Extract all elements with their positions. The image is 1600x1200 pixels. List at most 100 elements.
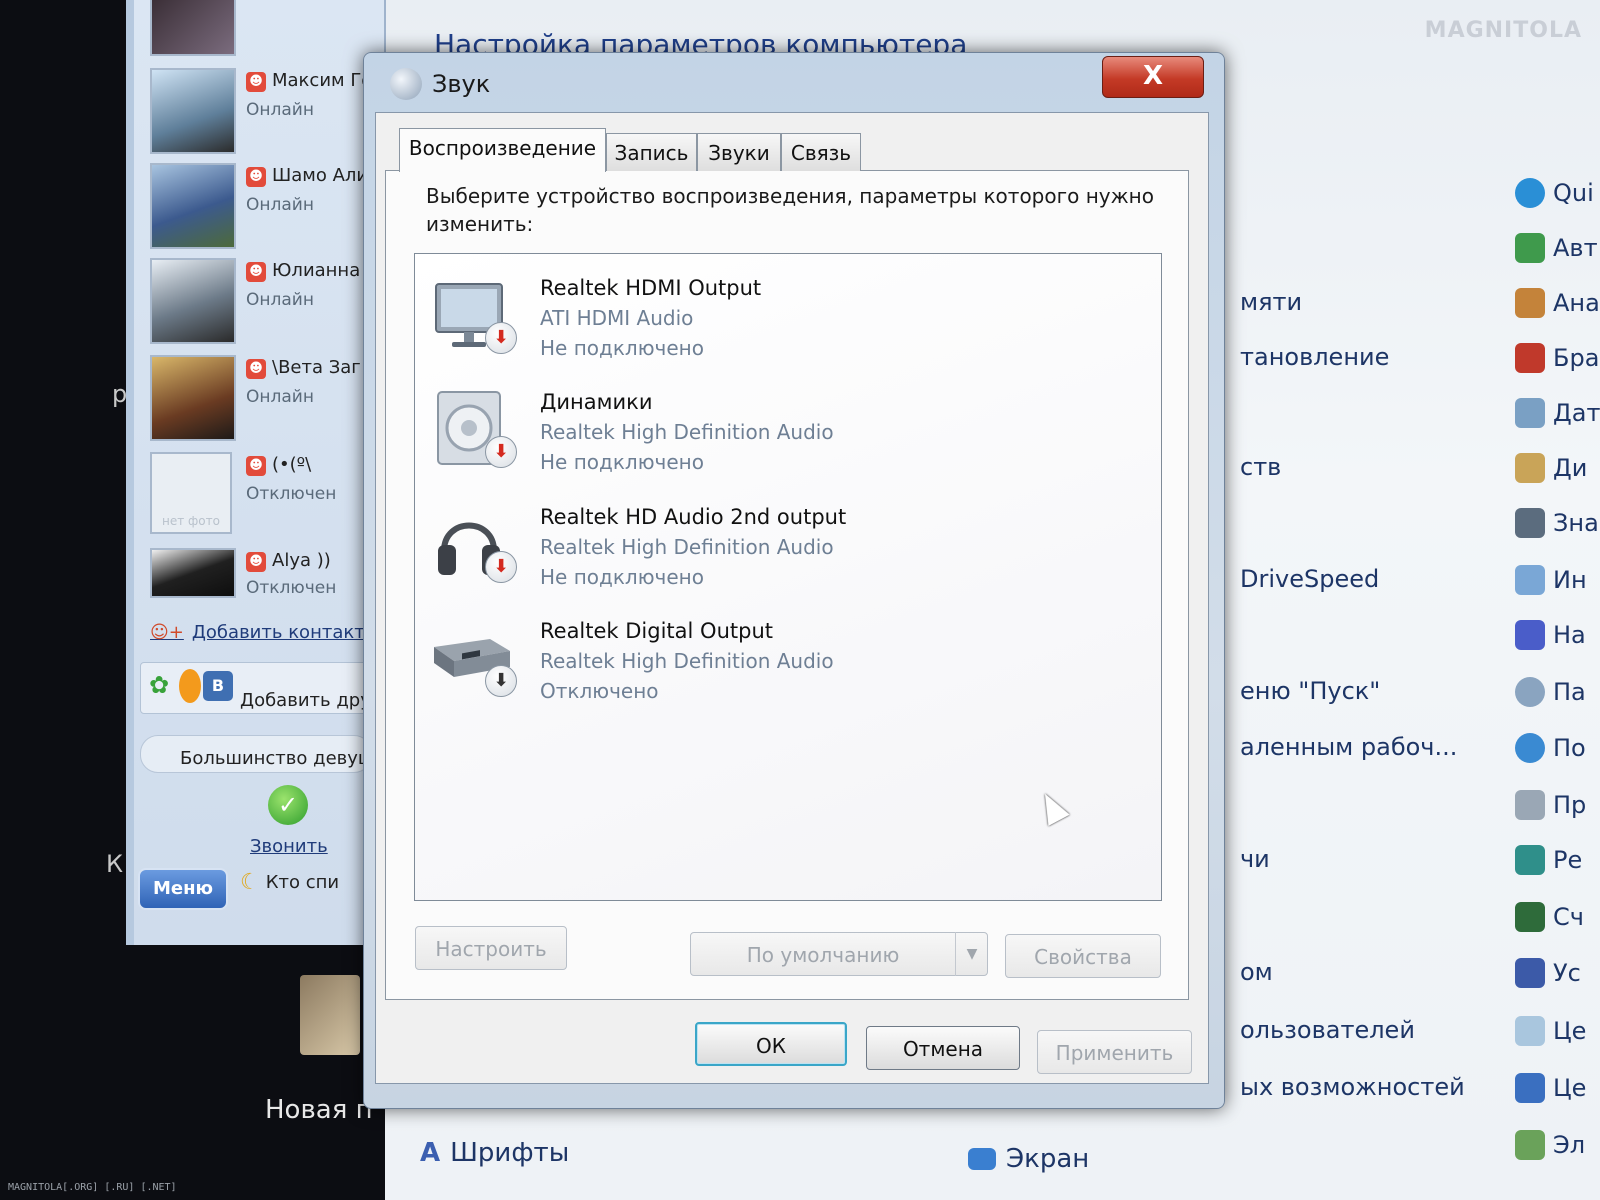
cp-item-drivespeed[interactable]: DriveSpeed (1240, 565, 1379, 593)
contact-status: Онлайн (246, 387, 314, 407)
cp-right-item-2[interactable]: Ана (1515, 288, 1600, 318)
cp-right-item-12[interactable]: Ре (1515, 845, 1582, 875)
cp-item-tasks[interactable]: чи (1240, 845, 1270, 873)
region-icon (1515, 845, 1545, 875)
cancel-button[interactable]: Отмена (866, 1026, 1020, 1070)
device-driver: ATI HDMI Audio (540, 306, 694, 330)
cp-right-item-6[interactable]: Зна (1515, 508, 1599, 538)
contact-item[interactable]: ☻ Шамо Алие Онлайн (150, 163, 379, 253)
contact-item[interactable]: ☻ Юлианна Д Онлайн (150, 258, 380, 348)
device-name: Realtek HD Audio 2nd output (540, 505, 847, 529)
parental-icon (1515, 677, 1545, 707)
device-name: Динамики (540, 390, 653, 414)
cp-item-fonts[interactable]: A Шрифты (420, 1138, 569, 1168)
ok-button[interactable]: ОК (695, 1022, 847, 1066)
device-driver: Realtek High Definition Audio (540, 420, 834, 444)
instruction-text: Выберите устройство воспроизведения, пар… (426, 184, 1154, 236)
cp-item-start-menu[interactable]: еню "Пуск" (1240, 677, 1380, 705)
contact-status-icon: ☻ (246, 72, 266, 92)
cp-item-accessibility[interactable]: ых возможностей (1240, 1073, 1465, 1101)
cp-item-users[interactable]: ользователей (1240, 1016, 1415, 1044)
cp-right-item-16[interactable]: Це (1515, 1073, 1586, 1103)
contact-name: \Вета Заг (272, 357, 361, 378)
device-status: Не подключено (540, 565, 704, 589)
tab-recording[interactable]: Запись (606, 133, 697, 171)
device-item[interactable]: ⬇ Realtek HDMI Output ATI HDMI Audio Не … (425, 274, 1125, 379)
fonts-a-icon (1515, 620, 1545, 650)
cp-item-om[interactable]: ом (1240, 958, 1273, 986)
tab-sounds[interactable]: Звуки (697, 133, 781, 171)
magnitola-logo: MAGNITOLA (1424, 18, 1582, 43)
devices-printers-icon (1515, 958, 1545, 988)
cp-right-item-15[interactable]: Це (1515, 1016, 1586, 1046)
performance-icon (1515, 902, 1545, 932)
cp-right-item-4[interactable]: Дат (1515, 398, 1600, 428)
cp-right-item-3[interactable]: Бра (1515, 343, 1599, 373)
device-item[interactable]: ⬇ Realtek HD Audio 2nd output Realtek Hi… (425, 503, 1125, 608)
cp-right-item-5[interactable]: Ди (1515, 453, 1587, 483)
desktop-icon-label[interactable]: Новая п (265, 1095, 373, 1125)
cp-right-item-10[interactable]: По (1515, 733, 1586, 763)
cp-right-item-1[interactable]: Авт (1515, 233, 1598, 263)
device-name: Realtek Digital Output (540, 619, 773, 643)
phone-icon[interactable]: ✓ (268, 785, 308, 825)
device-item[interactable]: ⬇ Динамики Realtek High Definition Audio… (425, 388, 1125, 493)
quicktime-icon (1515, 178, 1545, 208)
menu-button[interactable]: Меню (138, 868, 228, 910)
display-icon (968, 1148, 996, 1170)
device-name: Realtek HDMI Output (540, 276, 762, 300)
chevron-down-icon[interactable]: ▼ (955, 932, 988, 976)
set-default-button[interactable]: По умолчанию (690, 932, 988, 976)
contact-status-icon: ☻ (246, 456, 266, 476)
promo-banner-label: Большинство девуш (180, 748, 375, 769)
support-icon (1515, 1016, 1545, 1046)
contact-status: Онлайн (246, 290, 314, 310)
contact-status-icon: ☻ (246, 167, 266, 187)
cp-right-item-17[interactable]: Эл (1515, 1130, 1585, 1160)
info-icon (1515, 565, 1545, 595)
analysis-icon (1515, 288, 1545, 318)
cp-right-item-11[interactable]: Пр (1515, 790, 1586, 820)
cp-item-remote-desktop[interactable]: аленным рабоч... (1240, 733, 1457, 761)
who-is-sleeping-button[interactable]: ☾ Кто спи (240, 870, 339, 895)
add-user-icon: ☺+ (150, 622, 184, 643)
cp-right-item-13[interactable]: Сч (1515, 902, 1584, 932)
call-link[interactable]: Звонить (250, 836, 328, 857)
programs-icon (1515, 790, 1545, 820)
avatar-placeholder: нет фото (150, 452, 232, 534)
cp-right-item-0[interactable]: Qui (1515, 178, 1594, 208)
cp-item-screen[interactable]: Экран (968, 1144, 1089, 1174)
configure-button[interactable]: Настроить (415, 926, 567, 970)
vk-icon: B (203, 671, 233, 701)
cp-right-item-9[interactable]: Па (1515, 677, 1586, 707)
notification-icon (1515, 508, 1545, 538)
watermark: MAGNITOLA[.ORG] [.RU] [.NET] (8, 1182, 177, 1193)
cp-right-item-7[interactable]: Ин (1515, 565, 1587, 595)
tab-communications[interactable]: Связь (781, 133, 861, 171)
device-item[interactable]: ⬇ Realtek Digital Output Realtek High De… (425, 617, 1125, 722)
add-contact-link[interactable]: ☺+ Добавить контакт (150, 622, 365, 643)
apply-button[interactable]: Применить (1037, 1030, 1192, 1074)
contact-status: Онлайн (246, 195, 314, 215)
avatar (150, 0, 236, 56)
contact-name: Alya )) (272, 550, 331, 571)
avatar (150, 163, 236, 249)
close-button[interactable]: X (1102, 56, 1204, 98)
properties-button[interactable]: Свойства (1005, 934, 1161, 978)
cp-item-memory[interactable]: мяти (1240, 288, 1302, 316)
cp-right-item-8[interactable]: На (1515, 620, 1586, 650)
contact-item[interactable]: нет фото ☻ (•(º\ Отключен (150, 452, 370, 542)
cp-item-recovery[interactable]: тановление (1240, 343, 1389, 371)
device-manager-icon (1515, 453, 1545, 483)
power-icon (1515, 1130, 1545, 1160)
sync-icon (1515, 1073, 1545, 1103)
contact-item[interactable]: ☻ Максим Го Онлайн (150, 68, 372, 158)
desktop-folder-icon[interactable] (300, 975, 360, 1055)
contact-name: (•(º\ (272, 454, 312, 475)
cp-right-item-14[interactable]: Ус (1515, 958, 1581, 988)
arrow-down-icon: ⬇ (485, 665, 517, 697)
contact-item[interactable]: ☻ \Вета Заг Онлайн (150, 355, 370, 445)
device-driver: Realtek High Definition Audio (540, 535, 834, 559)
cp-item-devices[interactable]: ств (1240, 453, 1281, 481)
tab-playback[interactable]: Воспроизведение (399, 128, 606, 172)
